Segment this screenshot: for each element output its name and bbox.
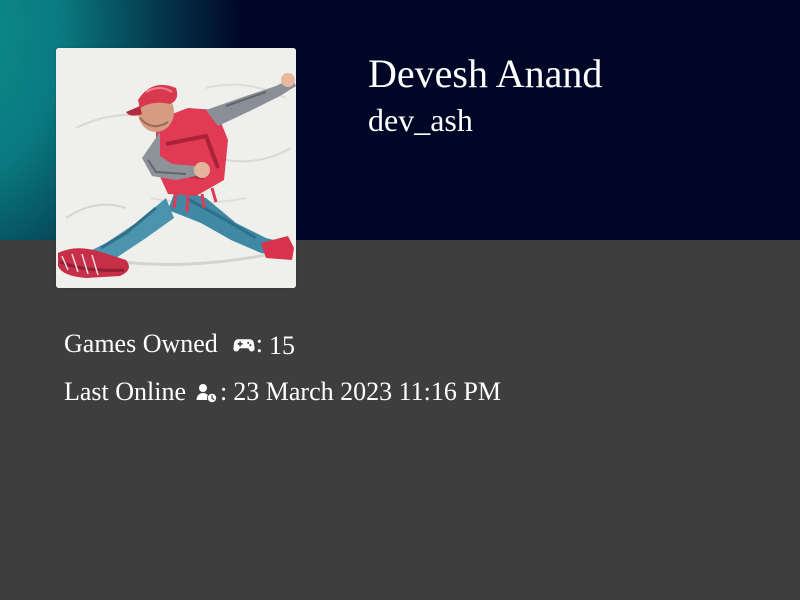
profile-username: dev_ash (368, 102, 473, 138)
games-owned-separator: : (255, 329, 264, 358)
gamepad-icon (232, 332, 256, 356)
user-clock-icon (194, 380, 220, 404)
avatar-illustration (56, 48, 296, 288)
last-online-row: Last Online : 23 March 2023 11:16 PM (64, 372, 501, 412)
games-owned-row: Games Owned : 15 (64, 324, 501, 364)
last-online-separator: : (220, 377, 228, 406)
avatar (56, 48, 296, 288)
games-owned-label: Games Owned (64, 329, 218, 358)
profile-page: Devesh Anand dev_ash Games Owned : 15 La… (0, 0, 800, 600)
last-online-value: 23 March 2023 11:16 PM (233, 377, 501, 406)
profile-stats: Games Owned : 15 Last Online: 23 March … (64, 324, 501, 420)
games-owned-value: 15 (269, 331, 296, 360)
profile-name: Devesh Anand (368, 51, 603, 96)
last-online-label: Last Online (64, 377, 187, 406)
